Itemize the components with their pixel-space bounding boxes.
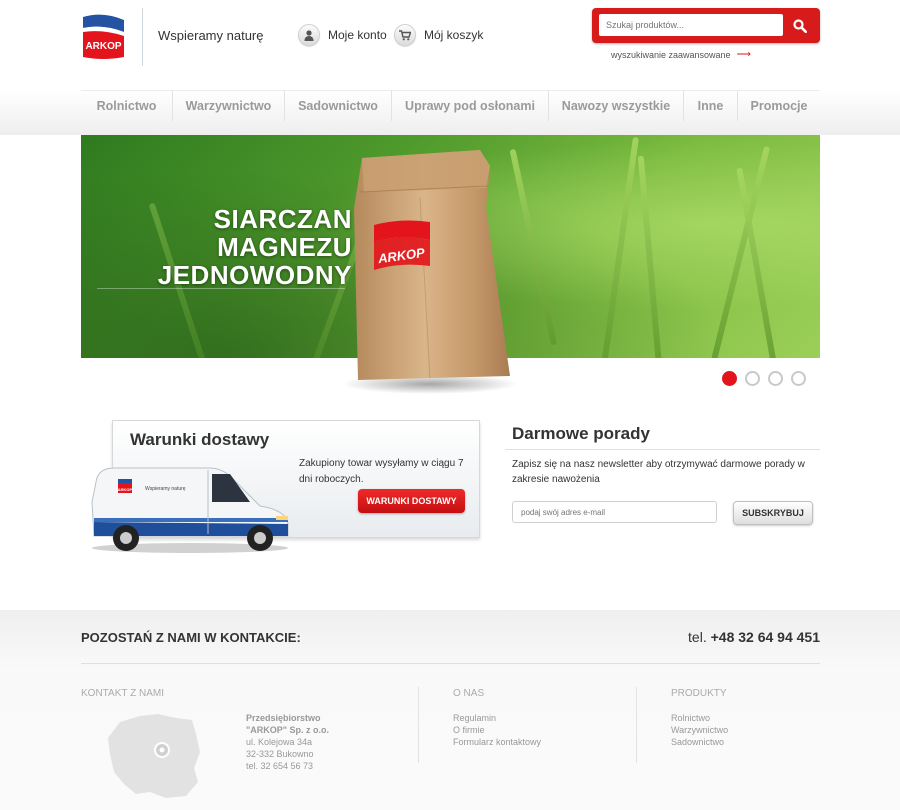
my-cart-label: Mój koszyk: [424, 28, 484, 42]
poland-map-icon[interactable]: [106, 712, 202, 800]
hero-divider: [97, 288, 345, 289]
footer-link-warzywnictwo[interactable]: Warzywnictwo: [671, 724, 728, 736]
subscribe-button[interactable]: SUBSKRYBUJ: [733, 501, 813, 525]
delivery-text: Zakupiony towar wysyłamy w ciągu 7 dni r…: [299, 458, 464, 485]
nav-item-promocje[interactable]: Promocje: [738, 91, 820, 121]
search-box: [592, 8, 820, 43]
product-links: Rolnictwo Warzywnictwo Sadownictwo: [671, 712, 728, 748]
slide-dot-2[interactable]: [745, 371, 760, 386]
arrow-right-icon: ⟶: [736, 49, 751, 60]
address-line5: tel. 32 654 56 73: [246, 761, 314, 771]
address-line1: Przedsiębiorstwo: [246, 713, 321, 723]
footer-column-divider: [418, 687, 419, 763]
slider-pagination: [722, 371, 814, 386]
address-line2: "ARKOP" Sp. z o.o.: [246, 725, 330, 735]
footer-link-rolnictwo[interactable]: Rolnictwo: [671, 712, 728, 724]
user-icon: [298, 24, 320, 46]
logo-text: ARKOP: [85, 41, 121, 52]
cart-icon: [394, 24, 416, 46]
site-header: ARKOP Wspieramy naturę Moje konto Mój ko…: [0, 0, 900, 90]
hero-title-line2: JEDNOWODNY: [157, 260, 352, 290]
nav-item-sadownictwo[interactable]: Sadownictwo: [285, 91, 392, 121]
newsletter-text: Zapisz się na nasz newsletter aby otrzym…: [512, 459, 805, 485]
footer-link-formularz[interactable]: Formularz kontaktowy: [453, 736, 541, 748]
address-line4: 32-332 Bukowno: [246, 749, 314, 759]
footer-divider: [81, 663, 820, 664]
nav-item-inne[interactable]: Inne: [684, 91, 738, 121]
advanced-search-link[interactable]: wyszukiwanie zaawansowane ⟶: [611, 49, 751, 60]
search-icon: [793, 18, 807, 33]
products-heading: PRODUKTY: [671, 688, 727, 699]
contact-heading: KONTAKT Z NAMI: [81, 688, 164, 699]
newsletter-divider: [505, 449, 820, 450]
email-field[interactable]: [512, 501, 717, 523]
nav-item-uprawy[interactable]: Uprawy pod osłonami: [392, 91, 549, 121]
footer-link-sadownictwo[interactable]: Sadownictwo: [671, 736, 728, 748]
logo-divider: [142, 8, 143, 66]
nav-item-nawozy[interactable]: Nawozy wszystkie: [549, 91, 684, 121]
phone-prefix: tel.: [688, 629, 707, 645]
advanced-search-label: wyszukiwanie zaawansowane: [611, 49, 731, 60]
nav-item-warzywnictwo[interactable]: Warzywnictwo: [173, 91, 285, 121]
my-cart-link[interactable]: Mój koszyk: [394, 24, 483, 46]
delivery-title: Warunki dostawy: [130, 430, 270, 449]
my-account-label: Moje konto: [328, 28, 387, 42]
address-line3: ul. Kolejowa 34a: [246, 737, 313, 747]
grass-stalk: [637, 155, 662, 358]
product-bag-image: ARKOP: [342, 150, 518, 394]
about-heading: O NAS: [453, 688, 485, 699]
company-address: Przedsiębiorstwo "ARKOP" Sp. z o.o. ul. …: [246, 712, 329, 772]
footer-link-regulamin[interactable]: Regulamin: [453, 712, 541, 724]
search-input[interactable]: [599, 14, 783, 36]
footer-column-divider: [636, 687, 637, 763]
arkop-logo[interactable]: ARKOP: [81, 14, 126, 60]
delivery-terms-button[interactable]: WARUNKI DOSTAWY: [358, 489, 465, 513]
nav-item-rolnictwo[interactable]: Rolnictwo: [81, 91, 173, 121]
main-nav: Rolnictwo Warzywnictwo Sadownictwo Upraw…: [81, 90, 820, 121]
delivery-van-image: ARKOP Wspieramy naturę: [91, 467, 289, 553]
slide-dot-3[interactable]: [768, 371, 783, 386]
search-button[interactable]: [787, 13, 813, 38]
hero-title: SIARCZAN MAGNEZU JEDNOWODNY: [92, 205, 352, 289]
footer-link-o-firmie[interactable]: O firmie: [453, 724, 541, 736]
hero-title-line1: SIARCZAN MAGNEZU: [213, 204, 352, 262]
grass-stalk: [601, 136, 639, 358]
phone-number[interactable]: tel. +48 32 64 94 451: [688, 629, 820, 645]
van-text: Wspieramy naturę: [145, 486, 186, 492]
stay-in-touch-heading: POZOSTAŃ Z NAMI W KONTAKCIE:: [81, 630, 301, 645]
van-brand: ARKOP: [118, 487, 133, 492]
newsletter-title: Darmowe porady: [512, 424, 650, 443]
phone-value: +48 32 64 94 451: [710, 629, 820, 645]
tagline: Wspieramy naturę: [158, 28, 264, 43]
about-links: Regulamin O firmie Formularz kontaktowy: [453, 712, 541, 748]
my-account-link[interactable]: Moje konto: [298, 24, 387, 46]
slide-dot-4[interactable]: [791, 371, 806, 386]
slide-dot-1[interactable]: [722, 371, 737, 386]
